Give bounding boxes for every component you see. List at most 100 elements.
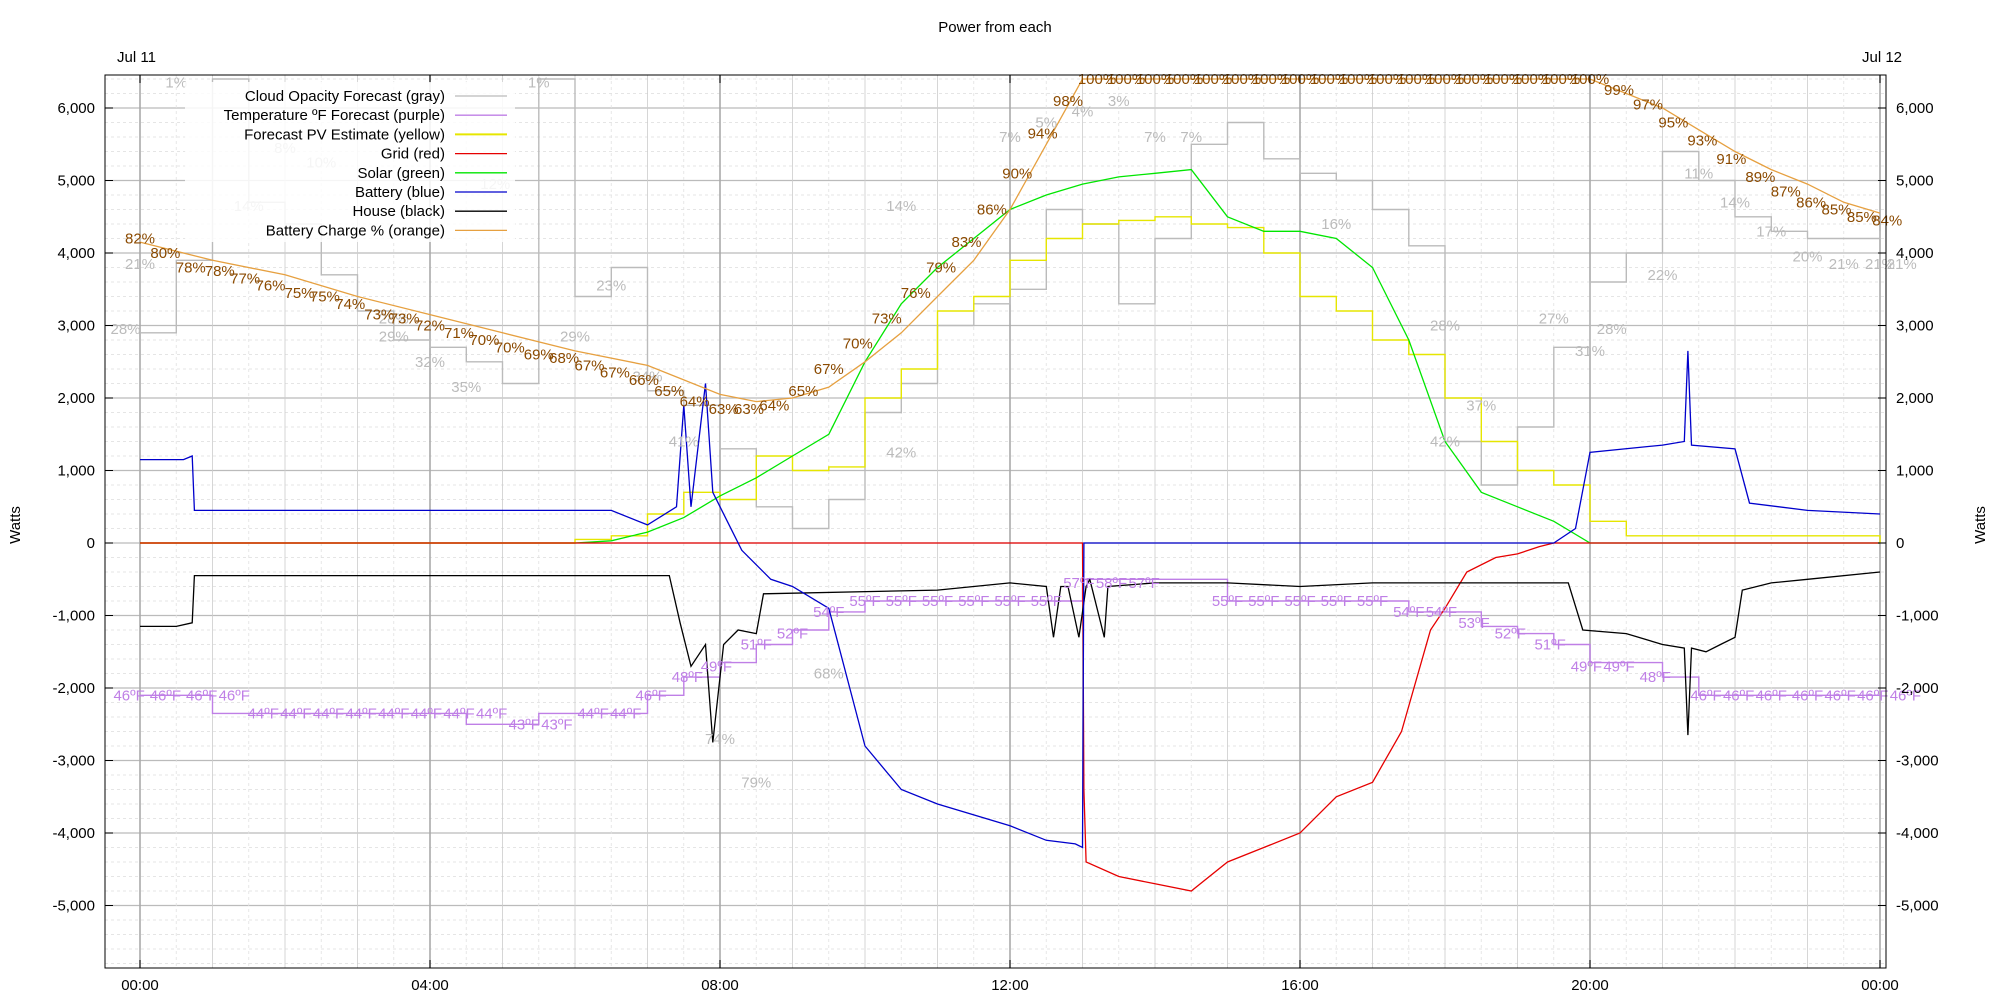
legend-label: Battery (blue) <box>355 184 445 201</box>
temp-f-label: 44ºF <box>313 705 344 722</box>
cloud-pct-label: 42% <box>1430 434 1460 451</box>
x-tick-label: 04:00 <box>411 977 449 994</box>
battery-pct-label: 67% <box>600 365 630 382</box>
temp-f-label: 46ºF <box>186 687 217 704</box>
legend-label: Battery Charge % (orange) <box>266 222 445 239</box>
y-tick-label-left: 3,000 <box>57 318 95 335</box>
cloud-pct-label: 7% <box>1144 129 1166 146</box>
temp-f-label: 53ºF <box>1458 615 1489 632</box>
cloud-pct-label: 35% <box>451 379 481 396</box>
battery-pct-label: 76% <box>255 278 285 295</box>
battery-pct-label: 84% <box>1872 212 1902 229</box>
y-tick-label-left: 6,000 <box>57 100 95 117</box>
cloud-pct-label: 11% <box>1684 165 1713 182</box>
temp-f-label: 46ºF <box>1792 687 1823 704</box>
temp-f-label: 46ºF <box>113 687 144 704</box>
x-tick-label: 08:00 <box>701 977 739 994</box>
cloud-pct-label: 37% <box>1466 397 1496 414</box>
temp-f-label: 51ºF <box>1534 637 1565 654</box>
temp-f-label: 46ºF <box>219 687 250 704</box>
temp-f-label: 44ºF <box>248 705 279 722</box>
battery-pct-label: 72% <box>415 318 445 335</box>
temp-f-label: 54ºF <box>1426 604 1457 621</box>
cloud-pct-label: 42% <box>886 444 916 461</box>
temp-f-label: 49ºF <box>1571 658 1602 675</box>
temp-f-label: 55ºF <box>958 593 989 610</box>
cloud-pct-label: 41% <box>669 434 699 451</box>
legend-label: Grid (red) <box>381 146 445 163</box>
temp-f-label: 46ºF <box>1690 687 1721 704</box>
battery-pct-label: 73% <box>872 310 902 327</box>
temp-f-label: 51ºF <box>741 637 772 654</box>
legend-label: Temperature ºF Forecast (purple) <box>224 107 445 124</box>
temp-f-label: 44ºF <box>378 705 409 722</box>
battery-pct-label: 97% <box>1633 96 1663 113</box>
cloud-pct-label: 7% <box>999 129 1021 146</box>
temp-f-label: 46ºF <box>635 687 666 704</box>
cloud-pct-label: 28% <box>1430 318 1460 335</box>
cloud-pct-label: 32% <box>415 354 445 371</box>
battery-pct-label: 65% <box>788 383 818 400</box>
cloud-pct-label: 17% <box>1756 223 1786 240</box>
legend: Cloud Opacity Forecast (gray) Temperature… <box>185 82 515 242</box>
cloud-pct-label: 27% <box>1539 310 1569 327</box>
y-axis-label-right: Watts <box>1972 506 1989 544</box>
temp-f-label: 44ºF <box>443 705 474 722</box>
temp-f-label: 49ºF <box>701 658 732 675</box>
temp-f-label: 46ºF <box>1723 687 1754 704</box>
cloud-pct-label: 22% <box>1647 267 1677 284</box>
battery-pct-label: 78% <box>176 260 206 277</box>
battery-pct-label: 74% <box>335 296 365 313</box>
temp-f-label: 58ºF <box>1096 575 1127 592</box>
temp-f-label: 46ºF <box>1824 687 1855 704</box>
cloud-pct-label: 1% <box>528 75 550 92</box>
y-tick-label-left: 0 <box>87 535 95 552</box>
legend-box <box>185 82 515 242</box>
temp-f-label: 44ºF <box>476 705 507 722</box>
temp-f-label: 44ºF <box>577 705 608 722</box>
y-tick-label-right: -5,000 <box>1896 898 1939 915</box>
cloud-pct-label: 1% <box>165 75 187 92</box>
cloud-pct-label: 29% <box>379 328 409 345</box>
temp-f-label: 44ºF <box>280 705 311 722</box>
temp-f-label: 55ºF <box>1357 593 1388 610</box>
cloud-pct-label: 14% <box>886 198 916 215</box>
top-date-left: Jul 11 <box>117 49 156 66</box>
cloud-pct-label: 20% <box>1792 249 1822 266</box>
legend-label: Solar (green) <box>357 165 445 182</box>
y-axis-label-left: Watts <box>7 506 24 544</box>
temp-f-label: 52ºF <box>1495 626 1526 643</box>
top-date-right: Jul 12 <box>1862 49 1902 66</box>
battery-pct-label: 86% <box>977 202 1007 219</box>
cloud-pct-label: 28% <box>110 321 140 338</box>
temp-f-label: 55ºF <box>1284 593 1315 610</box>
battery-pct-label: 90% <box>1002 165 1032 182</box>
temp-f-label: 46ºF <box>1756 687 1787 704</box>
cloud-pct-label: 23% <box>596 278 626 295</box>
battery-pct-label: 98% <box>1053 93 1083 110</box>
cloud-pct-label: 21% <box>1829 256 1859 273</box>
battery-pct-label: 76% <box>901 285 931 302</box>
cloud-pct-label: 79% <box>741 774 771 791</box>
battery-pct-label: 83% <box>951 234 981 251</box>
temp-f-label: 52ºF <box>777 626 808 643</box>
x-tick-label: 16:00 <box>1281 977 1319 994</box>
temp-f-label: 55ºF <box>1248 593 1279 610</box>
cloud-pct-label: 16% <box>1321 216 1351 233</box>
temp-f-label: 57ºF <box>1063 575 1094 592</box>
y-tick-label-left: 5,000 <box>57 173 95 190</box>
battery-pct-label: 70% <box>843 336 873 353</box>
y-tick-label-left: -4,000 <box>52 825 95 842</box>
temp-f-label: 55ºF <box>1031 593 1062 610</box>
y-tick-label-right: 3,000 <box>1896 318 1934 335</box>
cloud-pct-label: 31% <box>1575 343 1605 360</box>
temp-f-label: 46ºF <box>1857 687 1888 704</box>
temp-f-label: 57ºF <box>1128 575 1159 592</box>
battery-pct-label: 67% <box>814 361 844 378</box>
y-tick-label-right: 0 <box>1896 535 1904 552</box>
battery-pct-label: 64% <box>680 394 710 411</box>
temp-f-label: 54ºF <box>1393 604 1424 621</box>
y-tick-label-right: -4,000 <box>1896 825 1939 842</box>
temp-f-label: 44ºF <box>345 705 376 722</box>
y-tick-label-left: 4,000 <box>57 245 95 262</box>
